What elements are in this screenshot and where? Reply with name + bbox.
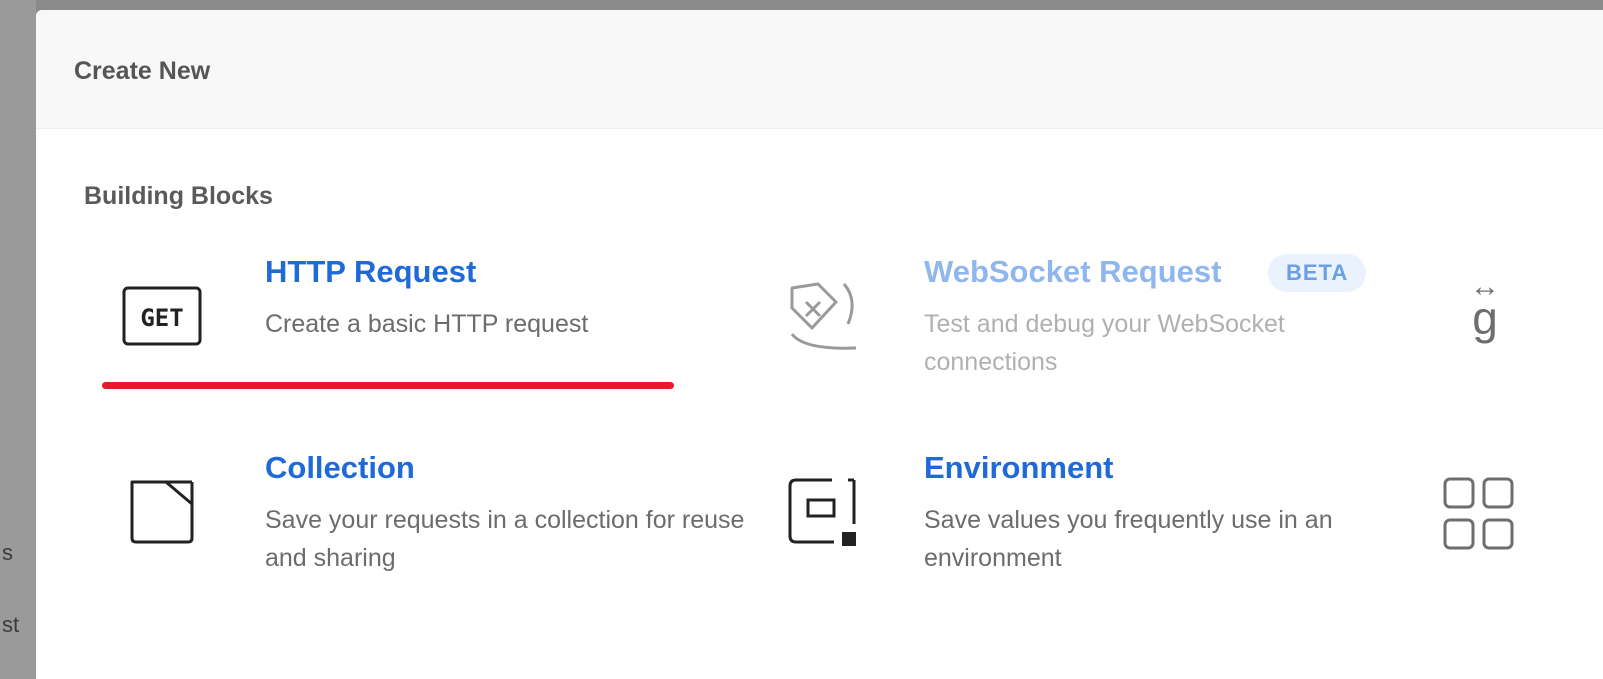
get-icon: GET	[122, 286, 202, 351]
websocket-icon	[784, 278, 864, 359]
collection-title[interactable]: Collection	[265, 450, 415, 486]
highlight-underline	[102, 382, 674, 389]
http-request-description: Create a basic HTTP request	[265, 310, 589, 338]
section-title: Building Blocks	[84, 182, 273, 210]
create-new-modal: Create New Building Blocks GET HTTP Requ…	[36, 10, 1603, 679]
letter-glyph: g	[1472, 292, 1498, 344]
folder-icon	[126, 476, 198, 553]
graphql-icon[interactable]: ↔ g	[1450, 272, 1520, 344]
websocket-request-title[interactable]: WebSocket Request	[924, 254, 1221, 290]
backdrop-text: st	[2, 612, 20, 637]
beta-badge: BETA	[1268, 254, 1367, 292]
environment-title[interactable]: Environment	[924, 450, 1113, 486]
backdrop-panel: s st	[0, 0, 36, 679]
backdrop-text: s	[2, 540, 13, 565]
modal-header: Create New	[36, 10, 1603, 129]
environment-icon	[786, 476, 862, 557]
websocket-request-description: Test and debug your WebSocket connection…	[924, 310, 1285, 376]
collection-description: Save your requests in a collection for r…	[265, 506, 745, 572]
http-request-title[interactable]: HTTP Request	[265, 254, 476, 290]
svg-text:GET: GET	[140, 304, 183, 332]
grid-icon[interactable]	[1442, 476, 1518, 557]
modal-title: Create New	[74, 57, 211, 85]
environment-description: Save values you frequently use in an env…	[924, 506, 1333, 572]
